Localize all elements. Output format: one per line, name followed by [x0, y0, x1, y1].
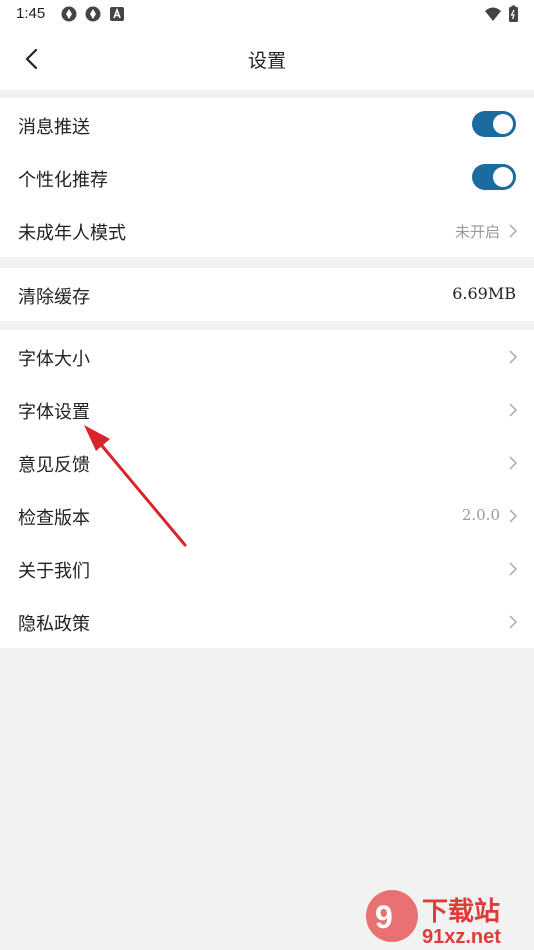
app-notification-icon — [110, 7, 124, 21]
page-title: 设置 — [247, 50, 286, 72]
setting-label: 未成年人模式 — [18, 223, 126, 244]
setting-value: 未开启 — [454, 223, 500, 241]
setting-row-font-settings[interactable]: 字体设置 — [0, 383, 534, 436]
personalized-toggle[interactable] — [472, 164, 516, 190]
chevron-right-icon — [509, 562, 518, 576]
setting-row-privacy[interactable]: 隐私政策 — [0, 595, 534, 648]
setting-row-personalized: 个性化推荐 — [0, 151, 534, 204]
cache-size: 6.69MB — [452, 284, 516, 303]
svg-text:91xz.net: 91xz.net — [422, 926, 501, 948]
setting-label: 字体大小 — [18, 349, 90, 370]
settings-group-cache: 清除缓存 6.69MB — [0, 268, 534, 321]
setting-row-about[interactable]: 关于我们 — [0, 542, 534, 595]
svg-text:9: 9 — [375, 899, 393, 935]
setting-label: 检查版本 — [18, 508, 90, 529]
chevron-right-icon — [509, 403, 518, 417]
battery-icon — [509, 5, 518, 22]
setting-label: 关于我们 — [18, 561, 90, 582]
svg-text:下载站: 下载站 — [422, 897, 500, 927]
settings-group-preferences: 消息推送 个性化推荐 未成年人模式 未开启 — [0, 98, 534, 257]
settings-group-general: 字体大小 字体设置 意见反馈 检查版本 2.0.0 关于我们 隐私政策 — [0, 330, 534, 648]
setting-label: 个性化推荐 — [18, 170, 108, 191]
setting-label: 意见反馈 — [18, 455, 90, 476]
toggle-knob — [493, 114, 513, 134]
setting-label: 清除缓存 — [18, 287, 90, 308]
setting-row-clear-cache[interactable]: 清除缓存 6.69MB — [0, 268, 534, 321]
setting-row-push: 消息推送 — [0, 98, 534, 151]
wifi-icon — [485, 7, 501, 21]
setting-label: 消息推送 — [18, 117, 90, 138]
sync-icon — [61, 6, 77, 22]
version-value: 2.0.0 — [461, 506, 500, 524]
chevron-right-icon — [509, 224, 518, 238]
status-time: 1:45 — [16, 5, 46, 22]
push-toggle[interactable] — [472, 111, 516, 137]
watermark-logo: 9 下载站 91xz.net — [366, 890, 501, 948]
setting-label: 字体设置 — [18, 402, 90, 423]
status-bar: 1:45 — [0, 0, 534, 28]
setting-label: 隐私政策 — [18, 614, 90, 635]
toggle-knob — [493, 167, 513, 187]
setting-row-minor-mode[interactable]: 未成年人模式 未开启 — [0, 204, 534, 257]
chevron-right-icon — [509, 615, 518, 629]
sync-icon — [85, 6, 101, 22]
chevron-right-icon — [509, 456, 518, 470]
chevron-right-icon — [509, 509, 518, 523]
chevron-right-icon — [509, 350, 518, 364]
setting-row-check-version[interactable]: 检查版本 2.0.0 — [0, 489, 534, 542]
page-header: 设置 — [0, 28, 534, 90]
setting-row-font-size[interactable]: 字体大小 — [0, 330, 534, 383]
setting-row-feedback[interactable]: 意见反馈 — [0, 436, 534, 489]
